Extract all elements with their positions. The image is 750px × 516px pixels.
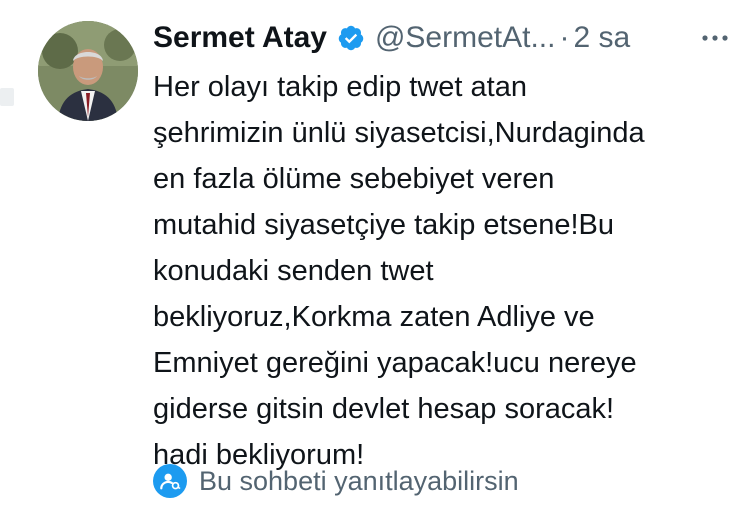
avatar-photo-icon [38, 21, 138, 121]
person-at-icon [153, 464, 187, 498]
background-timeline-edge [0, 0, 20, 516]
author-avatar[interactable] [38, 21, 138, 121]
header-separator: · [559, 21, 570, 54]
verified-badge-icon[interactable] [337, 24, 365, 52]
tweet[interactable]: Sermet Atay @SermetAt... · 2 sa Her olay… [36, 14, 736, 514]
tweet-header: Sermet Atay @SermetAt... · 2 sa [153, 14, 733, 62]
tweet-content: Sermet Atay @SermetAt... · 2 sa Her olay… [153, 14, 733, 498]
reply-notice-label: Bu sohbeti yanıtlayabilirsin [199, 465, 519, 496]
author-handle[interactable]: @SermetAt... [375, 21, 556, 55]
more-horizontal-icon[interactable] [697, 24, 733, 52]
background-fragment-bar [0, 88, 14, 106]
tweet-text: Her olayı takip edip twet atan şehrimizi… [153, 71, 645, 471]
tweet-timestamp[interactable]: 2 sa [573, 21, 630, 55]
author-display-name[interactable]: Sermet Atay [153, 21, 327, 55]
reply-restriction-notice: Bu sohbeti yanıtlayabilirsin [153, 464, 519, 498]
